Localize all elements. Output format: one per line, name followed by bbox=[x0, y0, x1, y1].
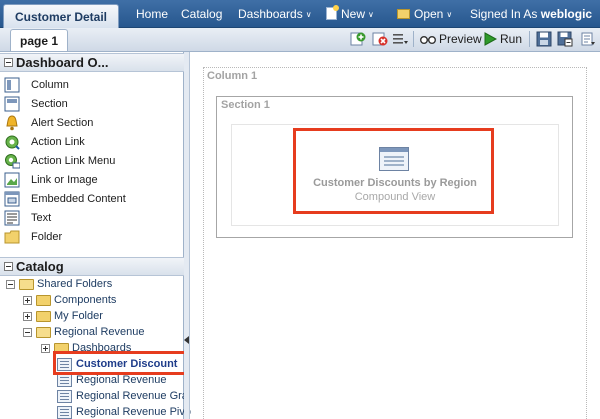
tab-page-1[interactable]: page 1 bbox=[10, 29, 68, 51]
nav-new-label: New bbox=[341, 7, 366, 21]
chevron-down-icon: ∨ bbox=[446, 10, 453, 19]
dashboard-objects-header[interactable]: Dashboard O... bbox=[0, 53, 184, 72]
object-label: Action Link Menu bbox=[31, 154, 116, 167]
section-icon bbox=[4, 96, 20, 111]
action-link-menu-icon bbox=[5, 153, 20, 168]
signed-in-label: Signed In As bbox=[470, 7, 538, 21]
column-label: Column 1 bbox=[207, 70, 258, 82]
open-folder-icon bbox=[397, 9, 410, 19]
preview-glasses-icon bbox=[420, 35, 436, 44]
tree-node-regional-revenue-pivot[interactable]: Regional Revenue Pivo bbox=[57, 404, 191, 419]
object-item-column[interactable]: Column bbox=[4, 75, 69, 94]
expand-icon[interactable] bbox=[23, 295, 32, 305]
page-options-icon[interactable] bbox=[392, 31, 408, 47]
nav-home-link[interactable]: Home bbox=[136, 7, 168, 21]
object-label: Alert Section bbox=[31, 116, 94, 129]
open-folder-icon bbox=[36, 326, 51, 338]
analysis-icon bbox=[57, 405, 72, 419]
preview-button[interactable]: Preview bbox=[420, 30, 482, 48]
folder-icon bbox=[4, 230, 20, 243]
object-label: Action Link bbox=[31, 135, 85, 148]
embedded-content-icon bbox=[4, 191, 20, 206]
analysis-icon bbox=[57, 389, 72, 403]
collapse-icon[interactable] bbox=[4, 262, 13, 271]
object-label: Column bbox=[31, 78, 69, 91]
dashboard-objects-title: Dashboard O... bbox=[16, 55, 109, 70]
tools-menu-icon[interactable] bbox=[580, 31, 596, 47]
dashboard-title-tab[interactable]: Customer Detail bbox=[3, 4, 119, 28]
section-label: Section 1 bbox=[221, 99, 270, 111]
link-image-icon bbox=[4, 172, 20, 187]
toolbar-divider bbox=[413, 31, 414, 47]
catalog-title: Catalog bbox=[16, 259, 64, 274]
object-item-link-or-image[interactable]: Link or Image bbox=[4, 170, 98, 189]
nav-catalog-link[interactable]: Catalog bbox=[181, 7, 222, 21]
column-icon bbox=[4, 77, 20, 92]
tree-label: Regional Revenue Gra bbox=[76, 390, 188, 402]
run-play-icon bbox=[484, 32, 497, 46]
folder-icon bbox=[36, 310, 51, 322]
run-button[interactable]: Run bbox=[483, 30, 522, 48]
username: weblogic bbox=[540, 7, 593, 21]
nav-new-menu[interactable]: New ∨ bbox=[326, 5, 374, 21]
collapse-icon[interactable] bbox=[6, 279, 15, 289]
tree-label: Shared Folders bbox=[37, 278, 113, 290]
tree-label: My Folder bbox=[54, 310, 103, 322]
run-label: Run bbox=[500, 32, 523, 46]
tree-node-shared-folders[interactable]: Shared Folders bbox=[6, 276, 112, 292]
action-link-icon bbox=[5, 135, 20, 150]
object-item-section[interactable]: Section bbox=[4, 94, 68, 113]
tree-node-regional-revenue-graph[interactable]: Regional Revenue Gra bbox=[57, 388, 188, 404]
toolbar-divider bbox=[529, 31, 530, 47]
tree-label: Regional Revenue bbox=[54, 326, 145, 338]
tree-label: Regional Revenue Pivo bbox=[76, 406, 191, 418]
tree-label: Components bbox=[54, 294, 117, 306]
object-label: Link or Image bbox=[31, 173, 98, 186]
new-document-icon bbox=[326, 5, 339, 20]
object-item-alert-section[interactable]: Alert Section bbox=[4, 113, 93, 132]
delete-page-icon[interactable] bbox=[372, 31, 388, 47]
chevron-down-icon: ∨ bbox=[368, 10, 374, 19]
object-item-action-link[interactable]: Action Link bbox=[4, 132, 85, 151]
chevron-down-icon: ∨ bbox=[305, 10, 312, 19]
object-label: Embedded Content bbox=[31, 192, 126, 205]
collapse-icon[interactable] bbox=[23, 327, 32, 337]
catalog-header[interactable]: Catalog bbox=[0, 257, 184, 276]
signed-in-menu[interactable]: Signed In As weblogic bbox=[470, 7, 592, 21]
tree-label: Regional Revenue bbox=[76, 374, 167, 386]
open-folder-icon bbox=[19, 278, 34, 290]
tree-node-regional-revenue[interactable]: Regional Revenue bbox=[23, 324, 145, 340]
nav-open-menu[interactable]: Open ∨ bbox=[397, 7, 452, 21]
object-item-folder[interactable]: Folder bbox=[4, 227, 62, 246]
nav-dashboards-menu[interactable]: Dashboards ∨ bbox=[238, 7, 312, 21]
collapse-icon[interactable] bbox=[4, 58, 13, 67]
text-icon bbox=[4, 210, 20, 225]
expand-icon[interactable] bbox=[41, 343, 50, 353]
object-label: Folder bbox=[31, 230, 63, 243]
preview-label: Preview bbox=[439, 32, 482, 46]
folder-icon bbox=[36, 294, 51, 306]
save-icon[interactable] bbox=[536, 31, 552, 47]
expand-icon[interactable] bbox=[23, 311, 32, 321]
object-item-action-link-menu[interactable]: Action Link Menu bbox=[4, 151, 115, 170]
object-label: Text bbox=[31, 211, 52, 224]
add-page-icon[interactable] bbox=[350, 31, 366, 47]
highlight-callout-view bbox=[293, 128, 494, 214]
alert-bell-icon bbox=[6, 114, 18, 130]
tree-node-components[interactable]: Components bbox=[23, 292, 116, 308]
highlight-callout-catalog bbox=[53, 351, 187, 375]
panel-splitter[interactable] bbox=[184, 52, 190, 419]
object-label: Section bbox=[31, 97, 68, 110]
object-item-embedded-content[interactable]: Embedded Content bbox=[4, 189, 126, 208]
analysis-icon bbox=[57, 373, 72, 387]
nav-dashboards-label: Dashboards bbox=[238, 7, 303, 21]
collapse-left-arrow-icon[interactable] bbox=[184, 336, 189, 344]
save-as-icon[interactable] bbox=[557, 31, 573, 47]
object-item-text[interactable]: Text bbox=[4, 208, 51, 227]
tree-node-my-folder[interactable]: My Folder bbox=[23, 308, 103, 324]
nav-open-label: Open bbox=[414, 7, 444, 21]
